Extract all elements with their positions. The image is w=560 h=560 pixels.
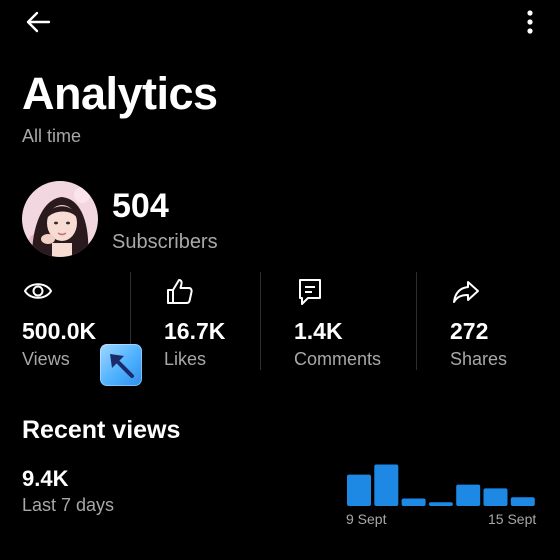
cursor-arrow-icon [100,344,142,386]
arrow-left-icon [26,11,51,33]
chart-bar[interactable] [456,484,481,506]
recent-views-period: Last 7 days [22,495,115,515]
more-vertical-icon [527,10,533,34]
stat-divider [416,272,417,370]
stat-likes-label: Likes [164,349,207,369]
stat-comments-label: Comments [294,349,382,369]
stat-divider [260,272,261,370]
chart-bar[interactable] [510,497,535,506]
stat-shares-label: Shares [450,349,508,369]
recent-views-value: 9.4K [22,466,69,491]
chart-bar[interactable] [347,474,371,506]
page-subtitle: All time [22,126,82,146]
stat-likes-value: 16.7K [164,318,226,344]
chart-bar[interactable] [401,498,426,506]
chart-tick-label-start: 9 Sept [346,511,387,527]
recent-views-title: Recent views [22,416,181,444]
stat-views-value: 500.0K [22,318,97,344]
eye-icon [23,283,53,299]
chart-tick-label-end: 15 Sept [488,511,537,527]
share-icon [453,281,479,303]
chart-bar[interactable] [483,488,508,506]
chart-bar[interactable] [428,502,453,506]
page-title: Analytics [22,68,218,119]
comment-icon [299,279,321,305]
stat-shares[interactable]: 272 Shares [450,276,540,376]
subscriber-label: Subscribers [112,231,218,253]
thumbs-up-icon [167,279,193,304]
back-button[interactable] [20,4,56,40]
stat-likes[interactable]: 16.7K Likes [164,276,254,376]
more-options-button[interactable] [514,4,546,40]
stat-comments[interactable]: 1.4K Comments [294,276,404,376]
chart-bar[interactable] [374,464,399,506]
avatar-image [22,181,98,257]
stat-views-label: Views [22,349,70,369]
stat-shares-value: 272 [450,318,489,344]
stat-comments-value: 1.4K [294,318,343,344]
avatar[interactable] [22,181,98,257]
subscriber-count: 504 [112,187,169,225]
